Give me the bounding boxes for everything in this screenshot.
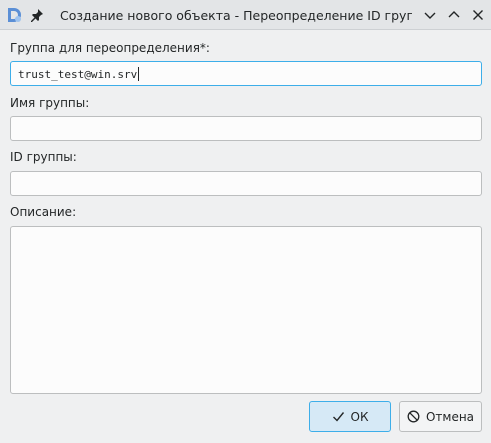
group-name-input[interactable] (10, 116, 482, 141)
cancel-button[interactable]: Отмена (399, 401, 482, 432)
chevron-down-icon[interactable] (422, 7, 438, 23)
override-group-value: trust_test@win.srv (18, 67, 140, 81)
chevron-up-icon[interactable] (446, 7, 462, 23)
checkmark-icon (332, 412, 344, 422)
ok-button[interactable]: ОК (309, 401, 391, 432)
cancel-icon (407, 410, 420, 423)
close-icon[interactable] (470, 7, 486, 23)
text-caret (138, 67, 140, 81)
group-id-input[interactable] (10, 171, 482, 196)
group-name-label: Имя группы: (10, 96, 90, 110)
app-logo-icon (8, 8, 21, 22)
override-group-input[interactable]: trust_test@win.srv (10, 61, 482, 86)
description-textarea[interactable] (10, 226, 482, 394)
ok-button-label: ОК (350, 409, 369, 424)
pin-icon[interactable] (29, 7, 45, 23)
cancel-button-label: Отмена (425, 409, 475, 424)
override-group-label: Группа для переопределения*: (10, 41, 210, 55)
description-label: Описание: (10, 205, 77, 219)
title-bar[interactable]: Создание нового объекта - Переопределени… (0, 0, 491, 30)
window-title: Создание нового объекта - Переопределени… (60, 8, 412, 23)
group-id-label: ID группы: (10, 150, 77, 164)
